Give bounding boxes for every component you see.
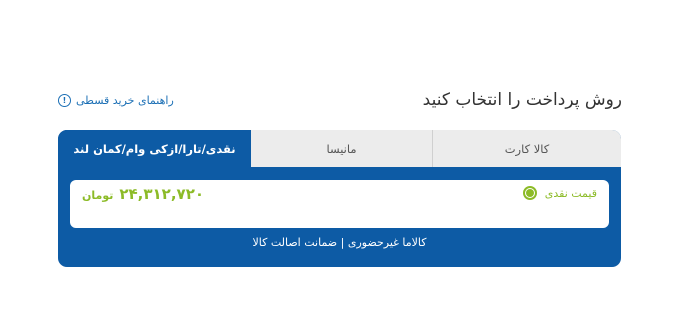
- price-display: ۲۴,۳۱۲,۷۲۰ تومان: [82, 185, 204, 203]
- price-currency: تومان: [82, 189, 114, 202]
- cash-option-label: قیمت نقدی: [544, 186, 597, 200]
- tab-label: کالا کارت: [504, 141, 550, 156]
- tab-label: نقدی/تارا/ازکی وام/کمان لند: [73, 141, 236, 156]
- guarantee-note: کالاما غیرحضوری | ضمانت اصالت کالا: [252, 236, 427, 249]
- tab-cash-installment[interactable]: نقدی/تارا/ازکی وام/کمان لند: [58, 130, 251, 167]
- price-amount: ۲۴,۳۱۲,۷۲۰: [119, 185, 204, 203]
- tab-label: مانیسا: [326, 141, 357, 156]
- radio-selected-icon[interactable]: [522, 186, 537, 200]
- info-icon: !: [58, 94, 71, 107]
- installment-guide-link[interactable]: ! راهنمای خرید قسطی: [58, 94, 174, 107]
- payment-tabs: نقدی/تارا/ازکی وام/کمان لند مانیسا کالا …: [58, 130, 621, 167]
- cash-price-option[interactable]: ۲۴,۳۱۲,۷۲۰ تومان قیمت نقدی: [70, 180, 609, 228]
- page-title: روش پرداخت را انتخاب کنید: [422, 90, 622, 110]
- cash-option[interactable]: قیمت نقدی: [522, 186, 597, 200]
- tab-kala-card[interactable]: کالا کارت: [433, 130, 621, 167]
- tab-manisa[interactable]: مانیسا: [251, 130, 433, 167]
- installment-guide-label: راهنمای خرید قسطی: [76, 94, 174, 107]
- payment-method-panel: نقدی/تارا/ازکی وام/کمان لند مانیسا کالا …: [58, 130, 621, 267]
